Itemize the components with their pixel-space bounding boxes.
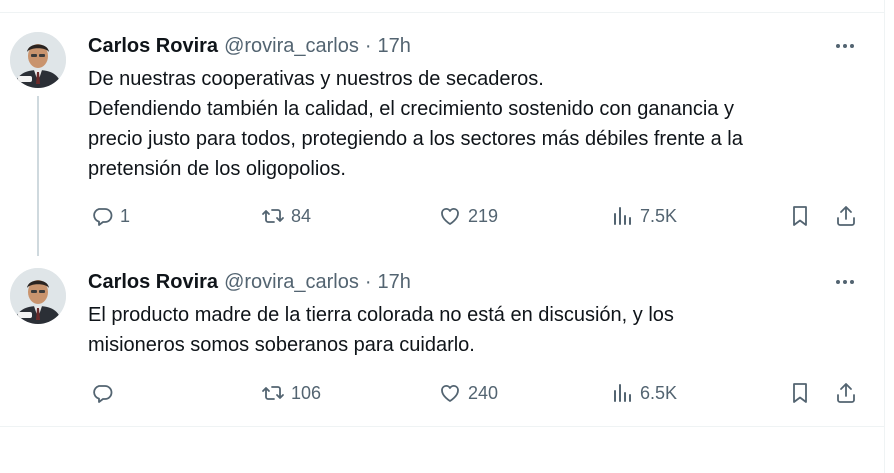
tweet-text-line: pretensión de los oligopolios. [88, 158, 346, 180]
retweet-icon [262, 209, 284, 223]
like-button[interactable]: 240 [438, 378, 498, 408]
views-button[interactable]: 6.5K [610, 378, 677, 408]
separator-dot: · [364, 270, 372, 293]
retweet-count: 106 [291, 382, 322, 403]
like-icon [441, 384, 459, 402]
share-button[interactable] [834, 201, 858, 231]
avatar[interactable] [10, 32, 66, 88]
thread-connector-line [37, 96, 39, 256]
bookmark-icon [793, 206, 807, 226]
author-name[interactable]: Carlos Rovira [88, 35, 218, 58]
reply-count: 1 [120, 205, 131, 226]
bookmark-button[interactable] [788, 201, 812, 231]
author-handle[interactable]: @rovira_carlos [224, 271, 359, 294]
bookmark-button[interactable] [788, 378, 812, 408]
author-name[interactable]: Carlos Rovira [88, 271, 218, 294]
avatar[interactable] [10, 268, 66, 324]
more-icon [836, 44, 840, 48]
tweet-text-line: De nuestras cooperativas y nuestros de s… [88, 68, 544, 90]
tweet-text-line: El producto madre de la tierra colorada … [88, 304, 674, 326]
bookmark-icon [793, 383, 807, 403]
tweet-text-line: Defendiendo también la calidad, el creci… [88, 98, 734, 120]
reply-button[interactable]: 1 [90, 201, 130, 231]
share-icon [837, 383, 855, 403]
tweet-header: Carlos Rovira @rovira_carlos · 17h [88, 34, 411, 58]
reply-icon [93, 208, 113, 226]
right-border [884, 0, 885, 473]
reply-button[interactable] [90, 378, 120, 408]
like-count: 240 [468, 382, 499, 403]
tweet-text: De nuestras cooperativas y nuestros de s… [88, 64, 868, 184]
views-icon [614, 207, 631, 225]
share-button[interactable] [834, 378, 858, 408]
tweet-text: El producto madre de la tierra colorada … [88, 300, 868, 360]
more-icon [836, 280, 840, 284]
views-count: 6.5K [640, 382, 678, 403]
retweet-button[interactable]: 106 [261, 378, 321, 408]
like-count: 219 [468, 205, 499, 226]
timestamp[interactable]: 17h [378, 35, 411, 58]
views-icon [614, 384, 631, 402]
retweet-button[interactable]: 84 [261, 201, 311, 231]
tweet-actions: 1 84 219 7.5K [88, 201, 868, 231]
retweet-count: 84 [291, 205, 312, 226]
tweet-actions: 106 240 6.5K [88, 378, 868, 408]
tweet-header: Carlos Rovira @rovira_carlos · 17h [88, 270, 411, 294]
tweet-text-line: precio justo para todos, protegiendo a l… [88, 128, 743, 150]
views-count: 7.5K [640, 205, 678, 226]
tweet-text-line: misioneros somos soberanos para cuidarlo… [88, 334, 475, 356]
share-icon [837, 206, 855, 226]
bottom-divider [0, 426, 884, 427]
more-options-button[interactable] [832, 272, 858, 292]
author-handle[interactable]: @rovira_carlos [224, 35, 359, 58]
like-icon [441, 207, 459, 225]
more-options-button[interactable] [832, 36, 858, 56]
timestamp[interactable]: 17h [378, 271, 411, 294]
top-divider [0, 12, 884, 13]
views-button[interactable]: 7.5K [610, 201, 677, 231]
separator-dot: · [364, 34, 372, 57]
like-button[interactable]: 219 [438, 201, 498, 231]
reply-icon [93, 385, 113, 403]
retweet-icon [262, 386, 284, 400]
